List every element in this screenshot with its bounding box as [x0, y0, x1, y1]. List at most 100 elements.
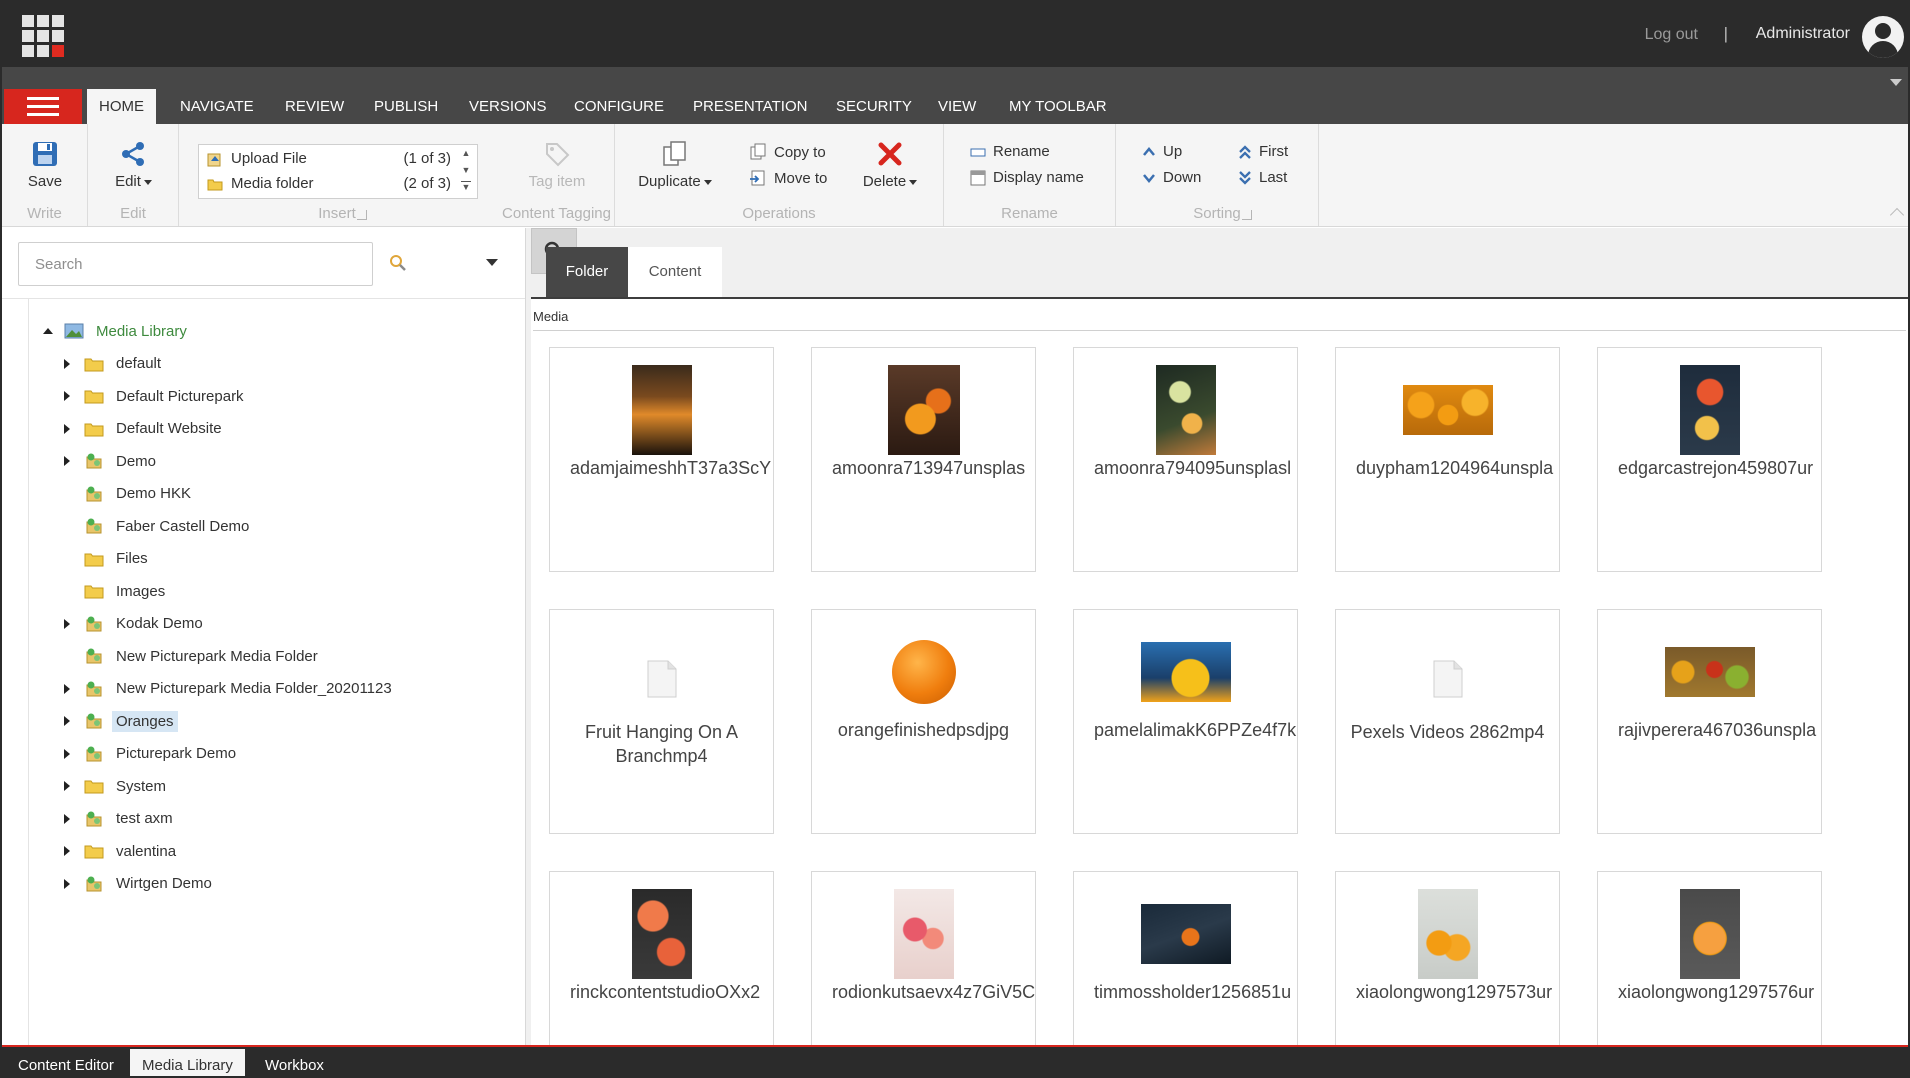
tree-item[interactable]: Wirtgen Demo [62, 871, 216, 897]
tree-item[interactable]: Default Picturepark [62, 383, 248, 409]
ribbon-collapse-icon[interactable] [1889, 207, 1905, 223]
group-label-operations: Operations [742, 205, 816, 222]
tree-item[interactable]: default [62, 351, 165, 377]
tab-folder[interactable]: Folder [546, 247, 628, 297]
tree-item[interactable]: Files [62, 546, 152, 572]
tab-content[interactable]: Content [628, 247, 722, 297]
tree-root-media-library[interactable]: Media Library [42, 318, 191, 344]
sort-up-button[interactable]: Up [1142, 143, 1182, 160]
media-tile[interactable]: pamelalimakK6PPZe4f7k [1073, 609, 1298, 834]
rename-button[interactable]: Rename [970, 143, 1050, 160]
duplicate-button[interactable]: Duplicate [625, 140, 725, 190]
media-tile[interactable]: Fruit Hanging On A Branchmp4 [549, 609, 774, 834]
save-button[interactable]: Save [2, 140, 88, 190]
tab-review[interactable]: REVIEW [273, 89, 356, 124]
tree-item[interactable]: Oranges [62, 708, 178, 734]
tree-item[interactable]: Default Website [62, 416, 226, 442]
media-tile[interactable]: xiaolongwong1297576ur [1597, 871, 1822, 1046]
tab-navigate[interactable]: NAVIGATE [168, 89, 266, 124]
collapse-icon[interactable] [43, 328, 53, 334]
tree-item[interactable]: Kodak Demo [62, 611, 207, 637]
expand-icon[interactable] [64, 748, 70, 759]
collapse-arrow-icon[interactable] [1890, 79, 1902, 86]
media-tile-name: amoonra713947unsplas [832, 458, 1026, 478]
expand-icon[interactable] [64, 683, 70, 694]
search-icon[interactable] [389, 254, 407, 272]
sorting-dialog-launcher-icon[interactable] [1242, 210, 1252, 220]
folder-icon [207, 179, 223, 190]
media-tile[interactable]: edgarcastrejon459807ur [1597, 347, 1822, 572]
media-tile[interactable]: timmossholder1256851u [1073, 871, 1298, 1046]
tree-item[interactable]: Demo HKK [62, 481, 195, 507]
expand-icon[interactable] [64, 391, 70, 401]
media-tile[interactable]: rinckcontentstudioOXx2 [549, 871, 774, 1046]
folder-icon [84, 845, 104, 859]
expand-icon[interactable] [64, 456, 70, 466]
media-tile[interactable]: adamjaimeshhT37a3ScY [549, 347, 774, 572]
tree-item[interactable]: valentina [62, 838, 180, 864]
topbar-divider: | [1723, 24, 1728, 43]
tab-publish[interactable]: PUBLISH [362, 89, 450, 124]
tab-versions[interactable]: VERSIONS [457, 89, 559, 124]
search-input[interactable] [18, 242, 373, 286]
expand-icon[interactable] [64, 716, 70, 726]
scroll-more-icon[interactable]: ▼ [461, 181, 471, 192]
tab-content-editor[interactable]: Content Editor [6, 1049, 126, 1076]
expand-icon[interactable] [64, 423, 70, 434]
tree-item[interactable]: New Picturepark Media Folder_20201123 [62, 676, 396, 702]
expand-icon[interactable] [64, 781, 70, 791]
copy-to-button[interactable]: Copy to [749, 143, 826, 161]
tab-workbox[interactable]: Workbox [253, 1049, 336, 1076]
display-name-button[interactable]: Display name [970, 169, 1084, 186]
scroll-mid-icon[interactable]: ▼ [461, 165, 471, 175]
sort-down-button[interactable]: Down [1142, 169, 1201, 186]
media-tile[interactable]: rajivperera467036unspla [1597, 609, 1822, 834]
username[interactable]: Administrator [1756, 25, 1850, 43]
media-tile[interactable]: amoonra713947unsplas [811, 347, 1036, 572]
move-to-button[interactable]: Move to [749, 169, 827, 187]
app-grid-icon[interactable] [22, 15, 64, 57]
media-folder-option[interactable]: Media folder (2 of 3) [207, 175, 451, 192]
sort-last-button[interactable]: Last [1238, 169, 1287, 186]
media-thumbnail [891, 640, 956, 704]
media-tile[interactable]: Pexels Videos 2862mp4 [1335, 609, 1560, 834]
insert-dialog-launcher-icon[interactable] [357, 210, 367, 220]
expand-icon[interactable] [64, 358, 70, 369]
tab-view[interactable]: VIEW [926, 89, 988, 124]
tab-my-toolbar[interactable]: MY TOOLBAR [997, 89, 1119, 124]
media-tile[interactable]: xiaolongwong1297573ur [1335, 871, 1560, 1046]
tree-item[interactable]: test axm [62, 806, 177, 832]
avatar-icon[interactable] [1862, 16, 1904, 58]
media-tile[interactable]: orangefinishedpsdjpg [811, 609, 1036, 834]
tree-item[interactable]: New Picturepark Media Folder [62, 643, 322, 669]
group-label-edit: Edit [120, 205, 146, 222]
media-tile[interactable]: amoonra794095unsplasl [1073, 347, 1298, 572]
picturepark-folder-icon [86, 681, 102, 696]
tab-presentation[interactable]: PRESENTATION [681, 89, 819, 124]
logout-link[interactable]: Log out [1645, 26, 1698, 44]
tab-media-library[interactable]: Media Library [130, 1049, 245, 1076]
media-tile[interactable]: rodionkutsaevx4z7GiV5C [811, 871, 1036, 1046]
tag-item-button[interactable]: Tag item [499, 140, 615, 190]
search-dropdown-icon[interactable] [486, 259, 498, 266]
expand-icon[interactable] [64, 618, 70, 629]
delete-button[interactable]: Delete [845, 140, 935, 190]
expand-icon[interactable] [64, 878, 70, 889]
tree-item[interactable]: Images [62, 578, 169, 604]
edit-button[interactable]: Edit [88, 140, 179, 190]
tab-configure[interactable]: CONFIGURE [562, 89, 676, 124]
scroll-up-icon[interactable]: ▲ [461, 148, 471, 158]
tree-item[interactable]: System [62, 773, 170, 799]
tree-item[interactable]: Picturepark Demo [62, 741, 240, 767]
tab-security[interactable]: SECURITY [824, 89, 924, 124]
upload-file-option[interactable]: Upload File (1 of 3) [207, 150, 451, 167]
media-tile[interactable]: duypham1204964unspla [1335, 347, 1560, 572]
expand-icon[interactable] [64, 846, 70, 856]
hamburger-menu-icon[interactable] [4, 89, 82, 124]
sort-first-button[interactable]: First [1238, 143, 1288, 160]
tab-home[interactable]: HOME [87, 89, 156, 124]
tree-item[interactable]: Demo [62, 448, 160, 474]
tree-item[interactable]: Faber Castell Demo [62, 513, 253, 539]
expand-icon[interactable] [64, 813, 70, 824]
chevron-up-icon [1143, 146, 1155, 156]
